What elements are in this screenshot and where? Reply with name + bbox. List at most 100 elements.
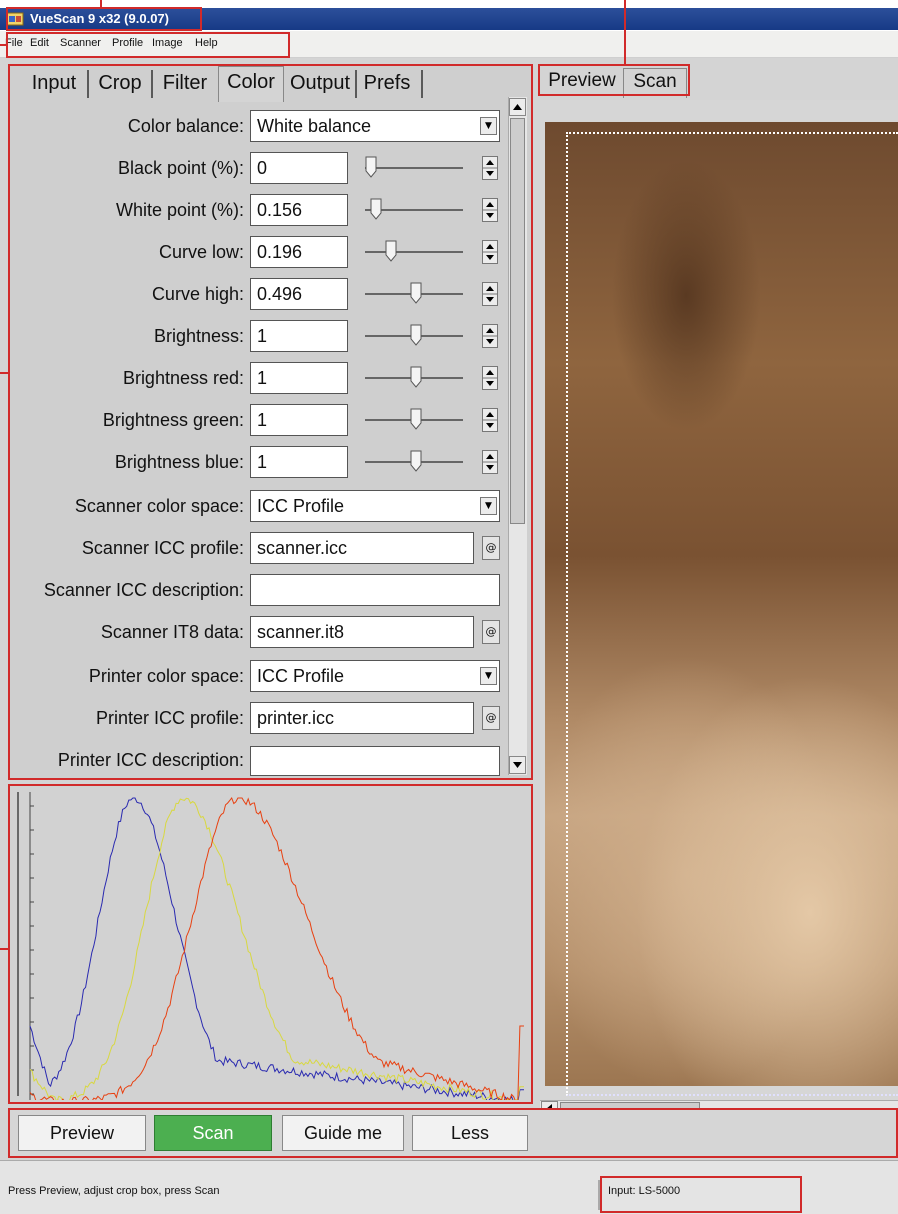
spinner-icon[interactable]: [482, 198, 498, 222]
brightness-red-input[interactable]: 1: [250, 362, 348, 394]
dropdown-arrow-icon[interactable]: ▼: [480, 497, 497, 515]
white-point-slider-thumb[interactable]: [370, 198, 382, 220]
spinner-icon[interactable]: [482, 324, 498, 348]
tab-color[interactable]: Color: [218, 66, 284, 102]
brightness-label: Brightness:: [153, 326, 244, 346]
vuescan-app-icon: [6, 12, 24, 26]
tab-filter[interactable]: Filter: [154, 70, 216, 98]
spinner-icon[interactable]: [482, 156, 498, 180]
scanner-color-space-value: ICC Profile: [257, 496, 345, 516]
histogram-ticks: [30, 805, 34, 1095]
brightness-value: 1: [257, 326, 268, 346]
curve-low-slider-thumb[interactable]: [385, 240, 397, 262]
callout-preview-tabs-leader: [624, 0, 626, 65]
menu-profile[interactable]: Profile: [112, 37, 143, 49]
white-point-value: 0.156: [257, 200, 303, 220]
histogram-chart: [17, 792, 524, 1100]
tab-scan[interactable]: Scan: [623, 68, 687, 98]
histogram-red-curve: [29, 796, 524, 1100]
browse-icon[interactable]: @: [482, 706, 500, 730]
guide-me-button[interactable]: Guide me: [282, 1115, 404, 1151]
brightness-green-input[interactable]: 1: [250, 404, 348, 436]
white-point-input[interactable]: 0.156: [250, 194, 348, 226]
printer-icc-description-label: Printer ICC description:: [57, 750, 244, 770]
brightness-blue-label: Brightness blue:: [114, 452, 244, 472]
curve-high-input[interactable]: 0.496: [250, 278, 348, 310]
crop-box[interactable]: [566, 132, 898, 1096]
title-bar: VueScan 9 x32 (9.0.07): [0, 8, 898, 30]
brightness-red-label: Brightness red:: [122, 368, 244, 388]
black-point-slider[interactable]: [365, 167, 463, 169]
callout-histogram-leader: [0, 948, 9, 950]
less-button[interactable]: Less: [412, 1115, 528, 1151]
menu-file[interactable]: File: [5, 37, 23, 49]
tab-separator: [355, 70, 357, 98]
brightness-blue-value: 1: [257, 452, 268, 472]
black-point-slider-thumb[interactable]: [365, 156, 377, 178]
window-title: VueScan 9 x32 (9.0.07): [30, 11, 169, 26]
callout-settings-leader: [0, 372, 9, 374]
curve-low-label: Curve low:: [158, 242, 244, 262]
scanner-it8-data-value: scanner.it8: [257, 622, 345, 642]
tab-output[interactable]: Output: [286, 70, 354, 98]
curve-low-value: 0.196: [257, 242, 303, 262]
scanner-icc-description-input[interactable]: [250, 574, 500, 606]
dropdown-arrow-icon[interactable]: ▼: [480, 667, 497, 685]
status-input: Input: LS-5000: [608, 1185, 681, 1197]
scroll-up-arrow-icon[interactable]: [509, 98, 526, 116]
menu-edit[interactable]: Edit: [30, 37, 49, 49]
brightness-red-slider-thumb[interactable]: [410, 366, 422, 388]
callout-title-leader: [100, 0, 102, 8]
brightness-slider-thumb[interactable]: [410, 324, 422, 346]
spinner-icon[interactable]: [482, 450, 498, 474]
tab-input[interactable]: Input: [22, 70, 86, 98]
printer-color-space-select[interactable]: ICC Profile: [250, 660, 500, 692]
dropdown-arrow-icon[interactable]: ▼: [480, 117, 497, 135]
browse-icon[interactable]: @: [482, 620, 500, 644]
tab-crop[interactable]: Crop: [90, 70, 150, 98]
scan-button[interactable]: Scan: [154, 1115, 272, 1151]
color-balance-value: White balance: [257, 116, 372, 136]
brightness-blue-input[interactable]: 1: [250, 446, 348, 478]
printer-icc-profile-value: printer.icc: [257, 708, 335, 728]
color-balance-label: Color balance:: [127, 116, 244, 136]
tab-separator: [151, 70, 153, 98]
spinner-icon[interactable]: [482, 408, 498, 432]
menu-image[interactable]: Image: [152, 37, 183, 49]
brightness-green-label: Brightness green:: [102, 410, 244, 430]
black-point-input[interactable]: 0: [250, 152, 348, 184]
settings-scrollbar-thumb[interactable]: [510, 118, 525, 524]
curve-low-input[interactable]: 0.196: [250, 236, 348, 268]
printer-icc-profile-input[interactable]: printer.icc: [250, 702, 474, 734]
scanner-it8-data-input[interactable]: scanner.it8: [250, 616, 474, 648]
tab-separator: [87, 70, 89, 98]
scanner-color-space-select[interactable]: ICC Profile: [250, 490, 500, 522]
printer-color-space-value: ICC Profile: [257, 666, 345, 686]
curve-low-slider[interactable]: [365, 251, 463, 253]
spinner-icon[interactable]: [482, 366, 498, 390]
tab-preview[interactable]: Preview: [542, 68, 622, 96]
color-balance-select[interactable]: White balance: [250, 110, 500, 142]
status-divider: [598, 1180, 600, 1210]
scanner-icc-description-label: Scanner ICC description:: [43, 580, 244, 600]
black-point-value: 0: [257, 158, 268, 178]
brightness-blue-slider-thumb[interactable]: [410, 450, 422, 472]
scanner-it8-data-label: Scanner IT8 data:: [100, 622, 244, 642]
browse-icon[interactable]: @: [482, 536, 500, 560]
menu-help[interactable]: Help: [195, 37, 218, 49]
brightness-green-slider-thumb[interactable]: [410, 408, 422, 430]
printer-icc-description-input[interactable]: [250, 746, 500, 776]
scanner-color-space-label: Scanner color space:: [74, 496, 244, 516]
black-point-label: Black point (%):: [117, 158, 244, 178]
scanner-icc-profile-input[interactable]: scanner.icc: [250, 532, 474, 564]
curve-high-slider-thumb[interactable]: [410, 282, 422, 304]
scroll-down-arrow-icon[interactable]: [509, 756, 526, 774]
spinner-icon[interactable]: [482, 240, 498, 264]
menu-scanner[interactable]: Scanner: [60, 37, 101, 49]
tab-prefs[interactable]: Prefs: [358, 70, 416, 98]
brightness-green-value: 1: [257, 410, 268, 430]
preview-button[interactable]: Preview: [18, 1115, 146, 1151]
brightness-input[interactable]: 1: [250, 320, 348, 352]
white-point-label: White point (%):: [115, 200, 244, 220]
spinner-icon[interactable]: [482, 282, 498, 306]
